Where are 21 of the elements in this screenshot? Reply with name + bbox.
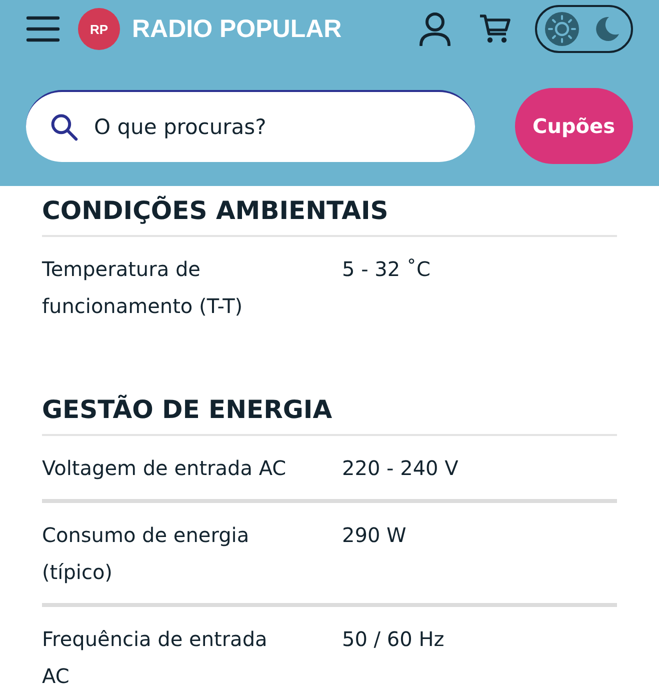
section-heading: CONDIÇÕES AMBIENTAIS bbox=[42, 196, 617, 237]
coupons-button[interactable]: Cupões bbox=[514, 88, 633, 164]
menu-icon[interactable] bbox=[26, 15, 60, 43]
search-icon bbox=[50, 113, 78, 141]
spec-label: Temperatura de funcionamento (T-T) bbox=[42, 256, 244, 320]
spec-value: 290 W bbox=[342, 522, 408, 549]
user-icon[interactable] bbox=[419, 12, 451, 46]
spec-value: 220 - 240 V bbox=[342, 455, 460, 482]
theme-toggle[interactable] bbox=[535, 5, 633, 53]
spec-label: Consumo de energia (típico) bbox=[42, 522, 250, 586]
spec-label: Voltagem de entrada AC bbox=[42, 455, 288, 482]
cart-icon[interactable] bbox=[479, 13, 511, 45]
brand-name[interactable]: RADIO POPULAR bbox=[132, 14, 342, 44]
spec-label: Frequência de entrada AC bbox=[42, 626, 268, 690]
spec-value: 50 / 60 Hz bbox=[342, 626, 446, 653]
search-input[interactable]: O que procuras? bbox=[92, 114, 451, 140]
search-bar[interactable]: O que procuras? bbox=[26, 90, 475, 162]
logo-badge[interactable]: RP bbox=[80, 10, 118, 48]
sun-icon[interactable] bbox=[545, 12, 579, 46]
section-heading: GESTÃO DE ENERGIA bbox=[42, 395, 617, 436]
spec-value: 5 - 32 ˚C bbox=[342, 256, 432, 283]
